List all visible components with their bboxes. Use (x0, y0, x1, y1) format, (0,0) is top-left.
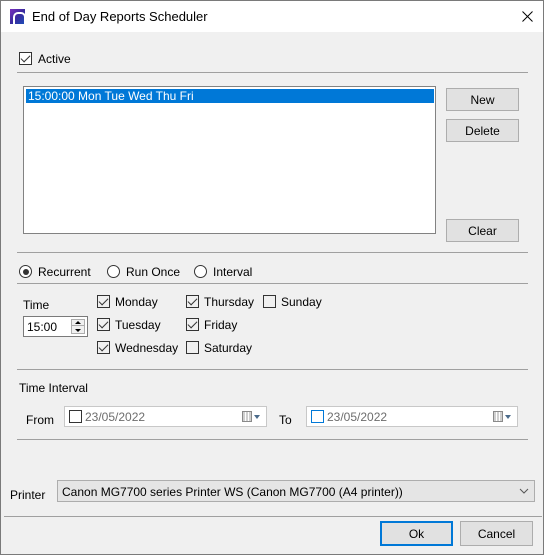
close-icon (521, 11, 533, 22)
run-once-label: Run Once (126, 265, 181, 279)
thursday-checkbox[interactable] (186, 295, 199, 308)
tuesday-checkbox[interactable] (97, 318, 110, 331)
active-label: Active (38, 52, 71, 66)
divider (17, 439, 528, 440)
printer-label: Printer (10, 488, 46, 502)
to-date-picker[interactable]: 23/05/2022 (306, 406, 518, 427)
calendar-dropdown-icon[interactable] (493, 411, 511, 423)
cancel-button[interactable]: Cancel (460, 521, 533, 546)
wednesday-label: Wednesday (115, 341, 179, 355)
divider (17, 283, 528, 284)
scheduler-dialog: End of Day Reports Scheduler Active 15:0… (0, 0, 544, 555)
printer-value: Canon MG7700 series Printer WS (Canon MG… (62, 485, 403, 499)
time-spinner[interactable]: 15:00 (23, 316, 88, 337)
saturday-checkbox[interactable] (186, 341, 199, 354)
from-date-checkbox[interactable] (69, 410, 82, 423)
chevron-down-icon (519, 488, 529, 494)
monday-label: Monday (115, 295, 158, 309)
recurrent-radio[interactable] (19, 265, 32, 278)
window-title: End of Day Reports Scheduler (32, 9, 208, 24)
sunday-label: Sunday (281, 295, 322, 309)
divider (17, 369, 528, 370)
run-once-radio[interactable] (107, 265, 120, 278)
friday-checkbox[interactable] (186, 318, 199, 331)
interval-radio[interactable] (194, 265, 207, 278)
divider (17, 252, 528, 253)
time-interval-heading: Time Interval (19, 381, 88, 395)
arrow-up-icon (75, 321, 81, 324)
tuesday-label: Tuesday (115, 318, 161, 332)
title-bar: End of Day Reports Scheduler (1, 1, 543, 32)
app-logo-icon (10, 9, 26, 24)
from-label: From (26, 413, 54, 427)
thursday-label: Thursday (204, 295, 255, 309)
to-date-value: 23/05/2022 (327, 410, 388, 424)
to-label: To (279, 413, 292, 427)
friday-label: Friday (204, 318, 238, 332)
divider (17, 72, 528, 73)
time-value[interactable]: 15:00 (27, 320, 57, 334)
clear-button[interactable]: Clear (446, 219, 519, 242)
recurrent-label: Recurrent (38, 265, 91, 279)
from-date-picker[interactable]: 23/05/2022 (64, 406, 267, 427)
time-label: Time (23, 298, 50, 312)
ok-button[interactable]: Ok (380, 521, 453, 546)
spin-down-button[interactable] (72, 327, 84, 333)
spin-up-button[interactable] (72, 320, 84, 326)
monday-checkbox[interactable] (97, 295, 110, 308)
new-button[interactable]: New (446, 88, 519, 111)
interval-label: Interval (213, 265, 253, 279)
arrow-down-icon (75, 328, 81, 332)
sunday-checkbox[interactable] (263, 295, 276, 308)
close-button[interactable] (511, 1, 543, 32)
list-item[interactable]: 15:00:00 Mon Tue Wed Thu Fri (26, 89, 434, 103)
divider (4, 516, 542, 517)
to-date-checkbox[interactable] (311, 410, 324, 423)
delete-button[interactable]: Delete (446, 119, 519, 142)
from-date-value: 23/05/2022 (85, 410, 146, 424)
active-checkbox[interactable] (19, 52, 32, 65)
saturday-label: Saturday (204, 341, 253, 355)
wednesday-checkbox[interactable] (97, 341, 110, 354)
schedule-list[interactable]: 15:00:00 Mon Tue Wed Thu Fri (23, 86, 436, 234)
calendar-dropdown-icon[interactable] (242, 411, 260, 423)
spinner-arrows (71, 319, 85, 334)
printer-select[interactable]: Canon MG7700 series Printer WS (Canon MG… (57, 480, 535, 502)
